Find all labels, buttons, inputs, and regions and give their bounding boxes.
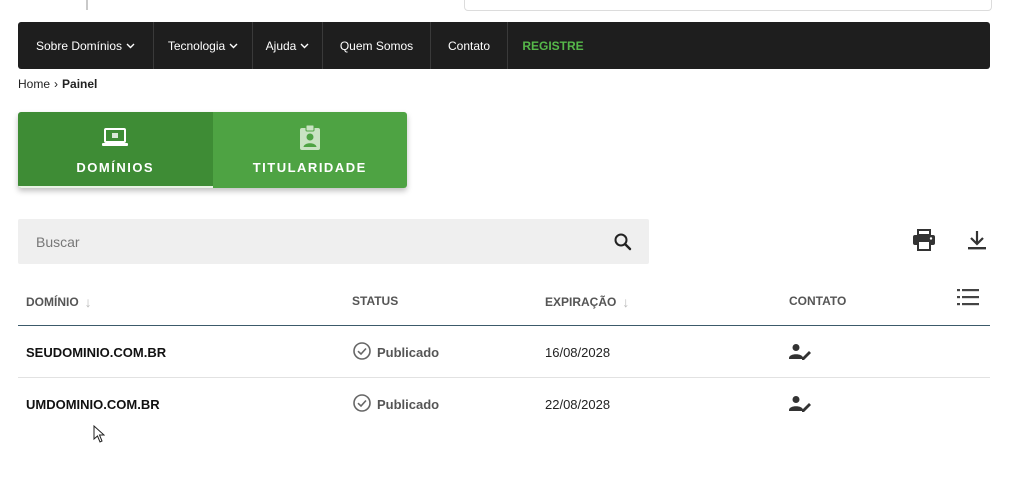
chevron-down-icon — [300, 41, 309, 51]
breadcrumb-current: Painel — [62, 77, 98, 91]
breadcrumb-home[interactable]: Home — [18, 77, 50, 91]
check-circle-icon — [353, 341, 371, 363]
column-header-domain[interactable]: DOMÍNIO ↓ — [26, 294, 92, 310]
domain-link[interactable]: SEUDOMINIO.COM.BR — [26, 326, 166, 378]
breadcrumb: Home › Painel — [18, 77, 97, 91]
domain-search-bar — [18, 219, 649, 264]
nav-item-tecnologia[interactable]: Tecnologia — [154, 22, 253, 69]
panel-tabs: DOMÍNIOS TITULARIDADE — [18, 112, 407, 188]
nav-item-contato[interactable]: Contato — [431, 22, 508, 69]
column-header-contact: CONTATO — [789, 294, 846, 308]
sort-arrow-icon: ↓ — [622, 294, 630, 310]
top-search-fragment — [464, 0, 992, 11]
edit-contact-icon[interactable] — [789, 326, 811, 378]
chevron-down-icon — [229, 41, 238, 51]
site-logo-fragment — [86, 0, 256, 10]
status-cell: Publicado — [353, 378, 439, 430]
nav-label: REGISTRE — [522, 38, 584, 53]
expiration-date: 16/08/2028 — [545, 344, 611, 360]
column-header-label: EXPIRAÇÃO — [545, 295, 617, 309]
laptop-icon — [101, 126, 129, 150]
domain-link[interactable]: UMDOMINIO.COM.BR — [26, 378, 160, 430]
column-header-label: DOMÍNIO — [26, 295, 79, 309]
breadcrumb-separator: › — [54, 77, 59, 91]
nav-label: Contato — [447, 38, 491, 53]
nav-label: Tecnologia — [167, 38, 226, 53]
nav-item-registre[interactable]: REGISTRE — [508, 22, 598, 69]
status-text: Publicado — [377, 396, 440, 412]
download-icon[interactable] — [966, 229, 988, 251]
chevron-down-icon — [126, 41, 135, 51]
column-header-expiration[interactable]: EXPIRAÇÃO ↓ — [545, 294, 629, 310]
column-header-label: STATUS — [352, 294, 399, 308]
nav-label: Ajuda — [265, 38, 297, 53]
status-cell: Publicado — [353, 326, 439, 378]
nav-item-ajuda[interactable]: Ajuda — [253, 22, 323, 69]
nav-label: Quem Somos — [339, 38, 414, 53]
contact-badge-icon — [299, 124, 321, 150]
nav-label: Sobre Domínios — [35, 38, 123, 53]
search-icon[interactable] — [613, 232, 633, 252]
check-circle-icon — [353, 393, 371, 415]
expiration-date: 22/08/2028 — [545, 396, 611, 412]
mouse-cursor-icon — [93, 424, 106, 443]
table-row: SEUDOMINIO.COM.BR Publicado 16/08/2028 — [18, 326, 990, 378]
column-list-icon[interactable] — [957, 288, 979, 306]
search-input[interactable] — [34, 232, 613, 251]
tab-label: DOMÍNIOS — [76, 159, 155, 175]
status-text: Publicado — [377, 344, 440, 360]
sort-arrow-icon: ↓ — [84, 294, 92, 310]
table-row: UMDOMINIO.COM.BR Publicado 22/08/2028 — [18, 378, 990, 430]
nav-item-sobre-dominios[interactable]: Sobre Domínios — [18, 22, 154, 69]
column-header-status: STATUS — [352, 294, 398, 308]
main-nav: Sobre Domínios Tecnologia Ajuda Quem Som… — [18, 22, 990, 69]
print-icon[interactable] — [912, 229, 936, 251]
column-header-label: CONTATO — [789, 294, 847, 308]
edit-contact-icon[interactable] — [789, 378, 811, 430]
tab-label: TITULARIDADE — [252, 159, 367, 175]
nav-item-quem-somos[interactable]: Quem Somos — [323, 22, 431, 69]
tab-titularidade[interactable]: TITULARIDADE — [212, 112, 407, 188]
tab-dominios[interactable]: DOMÍNIOS — [18, 112, 213, 188]
table-header: DOMÍNIO ↓ STATUS EXPIRAÇÃO ↓ CONTATO — [18, 286, 990, 326]
